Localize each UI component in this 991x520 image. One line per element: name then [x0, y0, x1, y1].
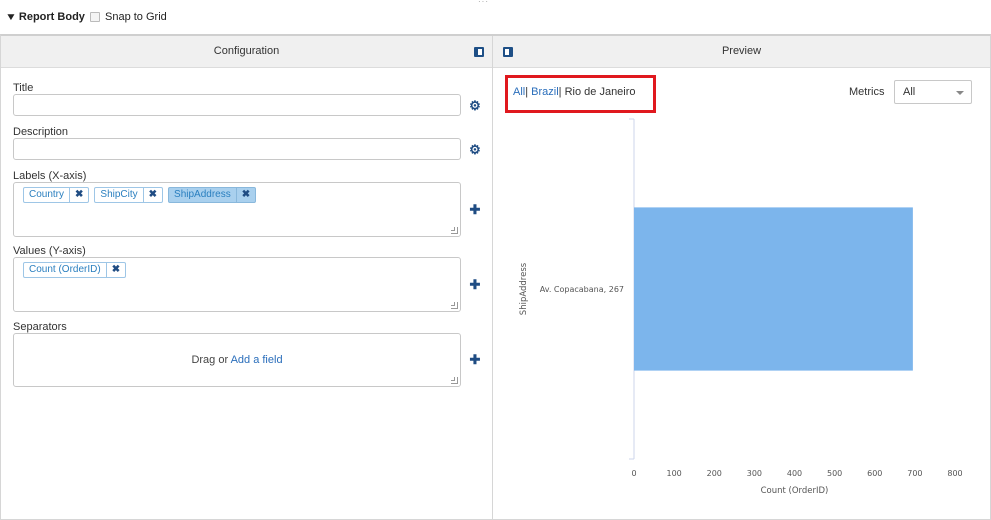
x-tick-label: 200 [707, 469, 722, 478]
breadcrumb-all[interactable]: All [513, 86, 525, 98]
preview-header: Preview [493, 36, 990, 68]
report-panel: Configuration Title ⚙ Description ⚙ Labe… [0, 34, 991, 520]
drag-handle[interactable]: ··· [478, 0, 504, 6]
label-tag-shipaddress[interactable]: ShipAddress ✖ [168, 187, 257, 203]
tag-label: ShipCity [100, 189, 138, 200]
chevron-down-icon: ▼ [5, 11, 17, 23]
values-drop-zone[interactable]: Count (OrderID) ✖ [13, 257, 461, 312]
tag-label: Count (OrderID) [29, 264, 101, 275]
resize-handle[interactable] [451, 227, 458, 234]
remove-icon[interactable]: ✖ [69, 188, 88, 202]
snap-to-grid-checkbox[interactable] [90, 12, 100, 22]
title-label: Title [13, 82, 34, 94]
remove-icon[interactable]: ✖ [105, 263, 125, 277]
x-tick-label: 800 [947, 469, 962, 478]
drag-or-add-text: Drag or Add a field [14, 354, 460, 366]
breadcrumb-separator: | [558, 86, 562, 98]
plus-icon[interactable]: ✚ [469, 352, 481, 368]
configuration-pane: Configuration Title ⚙ Description ⚙ Labe… [1, 36, 493, 520]
label-tag-country[interactable]: Country ✖ [23, 187, 90, 203]
x-tick-label: 400 [787, 469, 802, 478]
y-tick-label: Av. Copacabana, 267 [540, 285, 624, 294]
labels-drop-zone[interactable]: Country ✖ ShipCity ✖ ShipAddress ✖ [13, 182, 461, 237]
x-tick-label: 100 [666, 469, 681, 478]
label-tag-shipcity[interactable]: ShipCity ✖ [94, 187, 164, 203]
tag-label: Country [29, 189, 65, 200]
add-field-link[interactable]: Add a field [231, 354, 283, 366]
preview-title: Preview [721, 45, 762, 57]
configuration-title: Configuration [213, 45, 280, 57]
values-axis-label: Values (Y-axis) [13, 245, 86, 257]
bar-chart: Av. Copacabana, 267 0 100 200 300 400 500 600 70… [519, 118, 963, 496]
gear-icon[interactable]: ⚙ [469, 98, 481, 114]
plus-icon[interactable]: ✚ [469, 202, 481, 218]
breadcrumb: All| Brazil| Rio de Janeiro [513, 86, 636, 98]
preview-pane: Preview All| Brazil| Rio de Janeiro Metr… [493, 36, 990, 520]
drag-text: Drag or [191, 354, 229, 366]
remove-icon[interactable]: ✖ [235, 188, 255, 202]
separators-label: Separators [13, 321, 67, 333]
description-input[interactable] [13, 138, 461, 160]
report-body-label: Report Body [18, 11, 85, 23]
report-toolbar: ··· ▼ Report Body Snap to Grid [0, 0, 991, 34]
gear-icon[interactable]: ⚙ [469, 142, 481, 158]
breadcrumb-brazil[interactable]: Brazil [531, 86, 559, 98]
title-input[interactable] [13, 94, 461, 116]
snap-to-grid-label: Snap to Grid [105, 11, 167, 23]
x-tick-label: 500 [827, 469, 842, 478]
breadcrumb-rio: Rio de Janeiro [564, 86, 636, 98]
chevron-down-icon [956, 91, 964, 95]
y-axis-title: ShipAddress [519, 262, 529, 315]
report-body-toggle[interactable]: ▼ Report Body [5, 11, 85, 23]
value-tag-count-orderid[interactable]: Count (OrderID) ✖ [23, 262, 127, 278]
tag-label: ShipAddress [174, 189, 231, 200]
bar [634, 207, 913, 371]
breadcrumb-separator: | [525, 86, 529, 98]
x-tick-label: 0 [631, 469, 636, 478]
panel-pin-icon[interactable] [474, 47, 484, 57]
x-axis-title: Count (OrderID) [761, 486, 829, 496]
metrics-select[interactable]: All [894, 80, 972, 104]
labels-axis-label: Labels (X-axis) [13, 170, 87, 182]
metrics-select-value: All [903, 86, 916, 98]
x-tick-label: 600 [867, 469, 882, 478]
x-tick-label: 300 [747, 469, 762, 478]
x-tick-label: 700 [907, 469, 922, 478]
separators-drop-zone[interactable]: Drag or Add a field [13, 333, 461, 387]
metrics-label: Metrics [849, 86, 885, 98]
snap-to-grid[interactable]: Snap to Grid [90, 11, 167, 23]
description-label: Description [13, 126, 69, 138]
resize-handle[interactable] [451, 377, 458, 384]
resize-handle[interactable] [451, 302, 458, 309]
remove-icon[interactable]: ✖ [142, 188, 162, 202]
plus-icon[interactable]: ✚ [469, 277, 481, 293]
panel-pin-icon[interactable] [503, 47, 513, 57]
configuration-header: Configuration [1, 36, 492, 68]
